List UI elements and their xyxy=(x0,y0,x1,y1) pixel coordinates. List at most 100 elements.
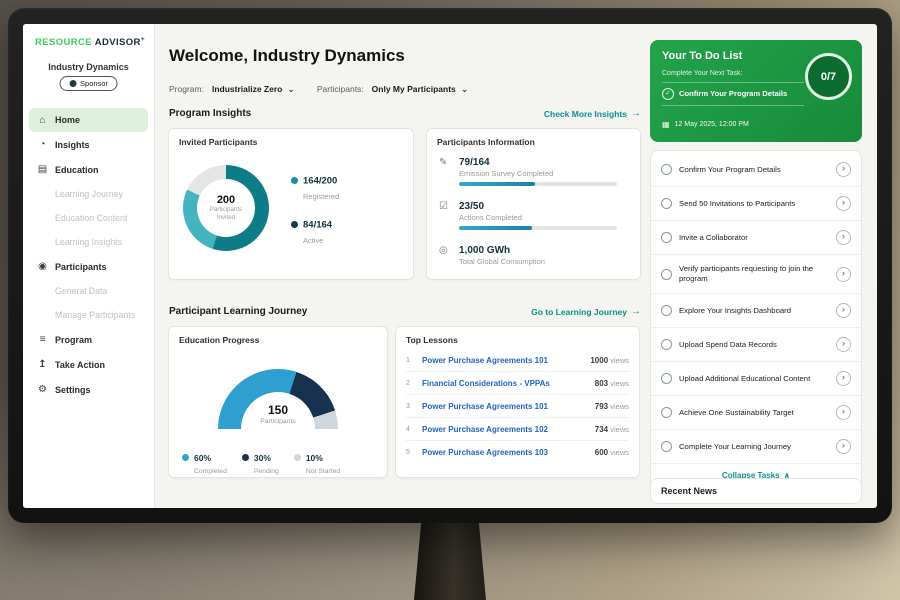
gauge-center-label: Participants xyxy=(169,418,387,425)
chevron-right-icon[interactable]: › xyxy=(836,303,851,318)
program-select-value: Industrialize Zero xyxy=(212,84,282,94)
task-item[interactable]: Explore Your Insights Dashboard › xyxy=(651,294,861,328)
legend-item-not-started: 10% Not Started xyxy=(294,449,340,475)
legend-value: 10% xyxy=(306,453,323,463)
chevron-right-icon[interactable]: › xyxy=(836,337,851,352)
stat-value: 79/164 xyxy=(459,157,617,168)
task-label: Complete Your Learning Journey xyxy=(679,442,829,452)
check-icon: ✓ xyxy=(662,88,674,100)
legend-value: 60% xyxy=(194,453,211,463)
views-label: views xyxy=(610,379,629,388)
legend-label: Pending xyxy=(254,468,279,475)
task-checkbox[interactable] xyxy=(661,407,672,418)
sidebar: RESOURCE ADVISOR+ Industry Dynamics Spon… xyxy=(23,24,155,508)
todo-column: Your To Do List Complete Your Next Task:… xyxy=(650,24,862,508)
chevron-right-icon[interactable]: › xyxy=(836,230,851,245)
invited-chart-area: 200 Participants Invited 164/200 Registe… xyxy=(183,165,405,251)
sidebar-item-learning-journey[interactable]: Learning Journey xyxy=(23,182,154,206)
legend-item-registered: 164/200 Registered xyxy=(291,172,339,201)
sidebar-item-general-data[interactable]: General Data xyxy=(23,279,154,303)
legend-label: Active xyxy=(303,236,339,245)
learning-journey-header: Participant Learning Journey Go to Learn… xyxy=(169,306,641,317)
todo-next-task[interactable]: ✓ Confirm Your Program Details xyxy=(662,82,804,106)
donut-center: 200 Participants Invited xyxy=(197,179,255,237)
views-label: views xyxy=(610,448,629,457)
sidebar-item-settings[interactable]: ⚙ Settings xyxy=(23,377,154,402)
check-more-insights-link[interactable]: Check More Insights → xyxy=(544,108,641,119)
sidebar-item-label: Education Content xyxy=(55,213,127,223)
stat-body: 79/164 Emission Survey Completed xyxy=(459,157,617,186)
task-checkbox[interactable] xyxy=(661,269,672,280)
sidebar-item-label: Manage Participants xyxy=(55,310,135,320)
lesson-link[interactable]: Power Purchase Agreements 101 xyxy=(422,402,589,411)
task-item[interactable]: Invite a Collaborator › xyxy=(651,221,861,255)
task-checkbox[interactable] xyxy=(661,198,672,209)
legend-label: Not Started xyxy=(306,468,340,475)
task-checkbox[interactable] xyxy=(661,339,672,350)
sidebar-item-insights[interactable]: ◔ Insights xyxy=(23,132,154,157)
program-select[interactable]: Industrialize Zero ⌄ xyxy=(212,84,295,94)
lesson-row: 2 Financial Considerations - VPPAs 803 v… xyxy=(406,372,629,395)
task-item[interactable]: Upload Spend Data Records › xyxy=(651,328,861,362)
actions-icon: ☑ xyxy=(439,201,451,230)
sidebar-item-label: General Data xyxy=(55,286,107,296)
sidebar-item-participants[interactable]: ◉ Participants xyxy=(23,254,154,279)
lesson-link[interactable]: Power Purchase Agreements 101 xyxy=(422,356,584,365)
top-lessons-card: Top Lessons 1 Power Purchase Agreements … xyxy=(395,326,640,478)
task-item[interactable]: Upload Additional Educational Content › xyxy=(651,362,861,396)
org-name: Industry Dynamics xyxy=(23,62,154,72)
legend-item-pending: 30% Pending xyxy=(242,449,279,475)
todo-task-list: Confirm Your Program Details › Send 50 I… xyxy=(650,150,862,489)
lesson-link[interactable]: Power Purchase Agreements 102 xyxy=(422,425,589,434)
task-label: Verify participants requesting to join t… xyxy=(679,264,829,284)
task-checkbox[interactable] xyxy=(661,164,672,175)
sidebar-item-learning-insights[interactable]: Learning Insights xyxy=(23,230,154,254)
sponsor-badge[interactable]: Sponsor xyxy=(59,76,118,91)
lesson-rank: 4 xyxy=(406,426,416,433)
legend-value: 30% xyxy=(254,453,271,463)
card-title: Invited Participants xyxy=(179,137,403,147)
chevron-right-icon[interactable]: › xyxy=(836,267,851,282)
participants-select-value: Only My Participants xyxy=(372,84,456,94)
participants-select[interactable]: Only My Participants ⌄ xyxy=(372,84,469,94)
invited-donut-chart: 200 Participants Invited xyxy=(183,165,269,251)
task-checkbox[interactable] xyxy=(661,441,672,452)
task-checkbox[interactable] xyxy=(661,232,672,243)
sidebar-item-manage-participants[interactable]: Manage Participants xyxy=(23,303,154,327)
chevron-right-icon[interactable]: › xyxy=(836,439,851,454)
chevron-right-icon[interactable]: › xyxy=(836,162,851,177)
lesson-link[interactable]: Financial Considerations - VPPAs xyxy=(422,379,589,388)
legend-item-completed: 60% Completed xyxy=(182,449,227,475)
chevron-right-icon[interactable]: › xyxy=(836,371,851,386)
stat-global-consumption: ◎ 1,000 GWh Total Global Consumption xyxy=(439,245,628,266)
task-label: Upload Additional Educational Content xyxy=(679,374,829,384)
task-checkbox[interactable] xyxy=(661,373,672,384)
task-checkbox[interactable] xyxy=(661,305,672,316)
legend-dot xyxy=(291,177,298,184)
sidebar-item-education-content[interactable]: Education Content xyxy=(23,206,154,230)
task-item[interactable]: Confirm Your Program Details › xyxy=(651,153,861,187)
sidebar-item-home[interactable]: ⌂ Home xyxy=(29,108,148,132)
sidebar-item-program[interactable]: ≡ Program xyxy=(23,327,154,352)
task-item[interactable]: Complete Your Learning Journey › xyxy=(651,430,861,464)
recent-news-panel[interactable]: Recent News xyxy=(650,478,862,504)
legend-value: 84/164 xyxy=(303,219,332,230)
lesson-views: 734 views xyxy=(595,425,629,434)
task-item[interactable]: Send 50 Invitations to Participants › xyxy=(651,187,861,221)
sidebar-item-take-action[interactable]: ↥ Take Action xyxy=(23,352,154,377)
task-item[interactable]: Achieve One Sustainability Target › xyxy=(651,396,861,430)
task-item[interactable]: Verify participants requesting to join t… xyxy=(651,255,861,294)
arrow-right-icon: → xyxy=(631,108,641,119)
chevron-right-icon[interactable]: › xyxy=(836,196,851,211)
lesson-link[interactable]: Power Purchase Agreements 103 xyxy=(422,448,589,457)
go-to-learning-journey-link[interactable]: Go to Learning Journey → xyxy=(531,306,641,317)
legend-dot xyxy=(294,454,301,461)
legend-dot xyxy=(242,454,249,461)
chevron-right-icon[interactable]: › xyxy=(836,405,851,420)
legend-dot xyxy=(291,221,298,228)
lesson-row: 3 Power Purchase Agreements 101 793 view… xyxy=(406,395,629,418)
desk-background: RESOURCE ADVISOR+ Industry Dynamics Spon… xyxy=(0,0,900,600)
sidebar-item-education[interactable]: ▤ Education xyxy=(23,157,154,182)
lesson-rank: 5 xyxy=(406,449,416,456)
monitor-stand xyxy=(414,522,486,600)
